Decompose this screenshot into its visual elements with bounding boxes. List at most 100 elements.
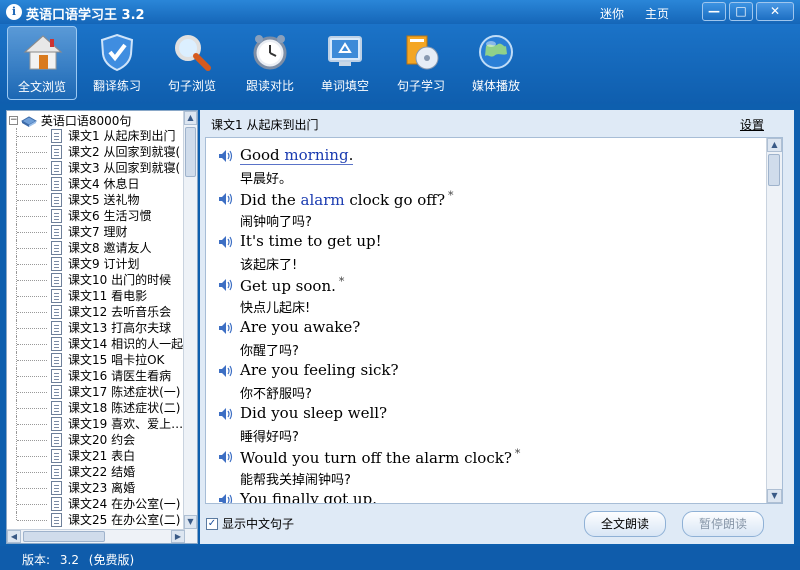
tool-translation-practice[interactable]: 翻译练习 <box>82 26 152 100</box>
tree-item-lesson[interactable]: 课文25 在办公室(二) <box>7 512 187 528</box>
tree-item-label: 课文7 理财 <box>68 225 128 239</box>
sentence-english-text: Get up soon. <box>240 277 336 295</box>
tree-item-label: 课文21 表白 <box>68 449 136 463</box>
sentence-english[interactable]: It's time to get up! <box>240 232 382 250</box>
show-chinese-toggle[interactable]: ✓ 显示中文句子 <box>206 515 294 532</box>
tree-item-lesson[interactable]: 课文11 看电影 <box>7 288 187 304</box>
tree-item-lesson[interactable]: 课文21 表白 <box>7 448 187 464</box>
sentence-english[interactable]: You finally got up. <box>240 490 377 504</box>
scroll-down-icon[interactable]: ▼ <box>767 489 782 503</box>
speaker-icon[interactable] <box>218 149 234 163</box>
scroll-thumb[interactable] <box>185 127 196 177</box>
tree-line <box>17 504 47 505</box>
sentence-english-text: You finally got up. <box>240 490 377 504</box>
document-icon <box>51 417 62 431</box>
speaker-icon[interactable] <box>218 278 234 292</box>
pause-reading-button[interactable]: 暂停朗读 <box>682 511 764 537</box>
speaker-icon[interactable] <box>218 192 234 206</box>
tree-item-lesson[interactable]: 课文24 在办公室(一) <box>7 496 187 512</box>
tree-item-lesson[interactable]: 课文7 理财 <box>7 224 187 240</box>
book-cd-icon <box>406 35 439 70</box>
document-icon <box>51 161 62 175</box>
tool-sentence-study[interactable]: 句子学习 <box>386 26 456 100</box>
content-vertical-scrollbar[interactable]: ▲ ▼ <box>766 138 782 503</box>
highlighted-word[interactable]: morning <box>284 146 348 164</box>
sentence-english[interactable]: Are you awake? <box>240 318 360 336</box>
read-all-button[interactable]: 全文朗读 <box>584 511 666 537</box>
speaker-icon[interactable] <box>218 450 234 464</box>
globe-icon <box>479 35 513 69</box>
tool-follow-read-compare[interactable]: 跟读对比 <box>235 26 305 100</box>
tree-item-lesson[interactable]: 课文22 结婚 <box>7 464 187 480</box>
tree-item-lesson[interactable]: 课文5 送礼物 <box>7 192 187 208</box>
highlighted-word[interactable]: alarm <box>301 191 345 209</box>
tree-item-lesson[interactable]: 课文8 邀请友人 <box>7 240 187 256</box>
scroll-up-icon[interactable]: ▲ <box>184 111 197 125</box>
home-link[interactable]: 主页 <box>645 5 669 22</box>
tool-full-text-browse[interactable]: 全文浏览 <box>7 26 77 100</box>
speaker-icon[interactable] <box>218 493 234 504</box>
sentence-english[interactable]: Did the alarm clock go off? * <box>240 189 454 209</box>
document-icon <box>51 241 62 255</box>
scroll-right-icon[interactable]: ▶ <box>171 530 185 543</box>
maximize-button[interactable]: □ <box>729 2 753 21</box>
tree-item-lesson[interactable]: 课文3 从回家到就寝( <box>7 160 187 176</box>
speaker-icon[interactable] <box>218 407 234 421</box>
tree-item-lesson[interactable]: 课文9 订计划 <box>7 256 187 272</box>
tool-media-play[interactable]: 媒体播放 <box>461 26 531 100</box>
tree-item-lesson[interactable]: 课文15 唱卡拉OK <box>7 352 187 368</box>
show-chinese-label: 显示中文句子 <box>222 517 295 531</box>
scroll-thumb[interactable] <box>768 154 780 186</box>
tree-item-lesson[interactable]: 课文14 相识的人一起 <box>7 336 187 352</box>
scroll-up-icon[interactable]: ▲ <box>767 138 782 152</box>
tree-item-label: 课文4 休息日 <box>68 177 140 191</box>
tree-item-lesson[interactable]: 课文23 离婚 <box>7 480 187 496</box>
scroll-down-icon[interactable]: ▼ <box>184 515 197 529</box>
sentence-english[interactable]: Would you turn off the alarm clock? * <box>240 447 520 467</box>
tree-item-lesson[interactable]: 课文1 从起床到出门 <box>7 128 187 144</box>
tree-line <box>17 152 47 153</box>
tree-item-lesson[interactable]: 课文12 去听音乐会 <box>7 304 187 320</box>
scroll-thumb[interactable] <box>23 531 105 542</box>
tree-line <box>17 248 47 249</box>
tool-sentence-browse[interactable]: 句子浏览 <box>157 26 227 100</box>
tree-item-lesson[interactable]: 课文13 打高尔夫球 <box>7 320 187 336</box>
tree-horizontal-scrollbar[interactable]: ◀ ▶ <box>7 529 185 543</box>
close-button[interactable]: ✕ <box>756 2 794 21</box>
mini-mode-link[interactable]: 迷你 <box>600 5 624 22</box>
speaker-icon[interactable] <box>218 235 234 249</box>
sentence-chinese: 早晨好。 <box>240 172 293 187</box>
sentence-english[interactable]: Did you sleep well? <box>240 404 387 422</box>
tree-item-lesson[interactable]: 课文6 生活习惯 <box>7 208 187 224</box>
scroll-left-icon[interactable]: ◀ <box>7 530 21 543</box>
tree-item-lesson[interactable]: 课文4 休息日 <box>7 176 187 192</box>
sentence-english[interactable]: Get up soon. * <box>240 275 344 295</box>
settings-link[interactable]: 设置 <box>740 116 764 133</box>
show-chinese-checkbox[interactable]: ✓ <box>206 517 218 530</box>
tree-line <box>17 408 47 409</box>
tree-item-lesson[interactable]: 课文20 约会 <box>7 432 187 448</box>
tree-item-lesson[interactable]: 课文19 喜欢、爱上… <box>7 416 187 432</box>
sentence-english[interactable]: Are you feeling sick? <box>240 361 399 379</box>
collapse-icon[interactable]: − <box>9 116 18 125</box>
tree-item-label: 课文23 离婚 <box>68 481 136 495</box>
speaker-icon[interactable] <box>218 321 234 335</box>
document-icon <box>51 305 62 319</box>
document-icon <box>51 481 62 495</box>
tree-item-lesson[interactable]: 课文17 陈述症状(一) <box>7 384 187 400</box>
tree-root[interactable]: − 英语口语8000句 <box>9 112 131 128</box>
sentence-english[interactable]: Good morning. <box>240 146 354 165</box>
tree-item-lesson[interactable]: 课文16 请医生看病 <box>7 368 187 384</box>
minimize-button[interactable]: — <box>702 2 726 21</box>
tool-word-fill[interactable]: 单词填空 <box>310 26 380 100</box>
tree-line <box>17 264 47 265</box>
lesson-content-panel: 课文1 从起床到出门 设置 You finally got up. Would y… <box>200 110 794 544</box>
speaker-icon[interactable] <box>218 364 234 378</box>
shield-icon <box>100 33 134 72</box>
tree-item-lesson[interactable]: 课文10 出门的时候 <box>7 272 187 288</box>
tree-item-lesson[interactable]: 课文2 从回家到就寝( <box>7 144 187 160</box>
tree-items: 课文1 从起床到出门 课文2 从回家到就寝(课文3 从回家到就寝(课文4 休息日课… <box>7 128 187 528</box>
tree-item-lesson[interactable]: 课文18 陈述症状(二) <box>7 400 187 416</box>
tree-item-label: 课文15 唱卡拉OK <box>68 353 165 367</box>
tree-vertical-scrollbar[interactable]: ▲ ▼ <box>183 111 197 543</box>
